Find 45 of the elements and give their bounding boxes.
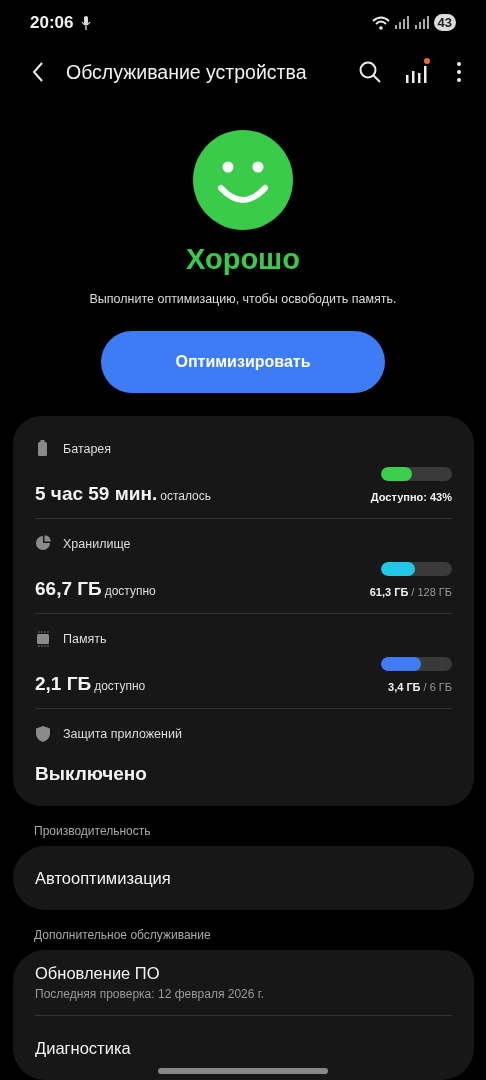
page-title: Обслуживание устройства bbox=[66, 61, 308, 84]
more-icon bbox=[457, 62, 461, 83]
performance-button[interactable] bbox=[405, 61, 428, 84]
meter-reading: 61,3 ГБ bbox=[369, 586, 409, 598]
meter-total: / 128 ГБ bbox=[411, 586, 452, 598]
optimize-button[interactable]: Оптимизировать bbox=[101, 331, 385, 393]
list-item[interactable]: Автооптимизация bbox=[35, 846, 452, 910]
stat-value: 66,7 ГБ bbox=[35, 578, 102, 600]
list-item[interactable]: Диагностика bbox=[35, 1016, 452, 1080]
stat-value: 2,1 ГБ bbox=[35, 673, 92, 695]
back-icon bbox=[32, 62, 44, 83]
battery-level: 43 bbox=[433, 14, 456, 32]
back-button[interactable] bbox=[32, 62, 44, 83]
list-item[interactable]: Обновление ПО Последняя проверка: 12 февраля 2026 г. bbox=[35, 950, 452, 1016]
stat-label: Хранилище bbox=[63, 537, 131, 551]
status-heading: Хорошо bbox=[186, 243, 300, 276]
status-message: Выполните оптимизацию, чтобы освободить память. bbox=[89, 292, 397, 306]
stat-label: Защита приложений bbox=[63, 727, 182, 741]
stat-value: 5 час 59 мин. bbox=[35, 483, 158, 505]
pie-chart-icon bbox=[35, 535, 51, 553]
microphone-icon bbox=[81, 16, 92, 30]
stat-label: Батарея bbox=[63, 442, 112, 456]
search-button[interactable] bbox=[359, 61, 381, 84]
stat-unit: доступно bbox=[104, 584, 156, 598]
stat-value: Выключено bbox=[35, 763, 148, 785]
chip-icon bbox=[35, 630, 51, 648]
meter-reading: Доступно: 43% bbox=[370, 491, 452, 503]
item-title: Автооптимизация bbox=[35, 868, 172, 888]
meter-reading: 3,4 ГБ bbox=[388, 681, 421, 693]
status-time: 20:06 bbox=[30, 13, 74, 33]
item-subtitle: Последняя проверка: 12 февраля 2026 г. bbox=[35, 987, 266, 1001]
shield-icon bbox=[35, 725, 51, 743]
section-header: Производительность bbox=[33, 823, 152, 840]
search-icon bbox=[359, 61, 381, 84]
smiley-icon bbox=[193, 130, 293, 230]
stat-label: Память bbox=[63, 632, 107, 646]
signal-icon bbox=[393, 16, 410, 30]
item-title: Обновление ПО bbox=[35, 964, 161, 983]
meter-total: / 6 ГБ bbox=[423, 681, 452, 693]
stat-unit: осталось bbox=[160, 489, 211, 503]
section-header: Дополнительное обслуживание bbox=[33, 927, 212, 944]
item-title: Диагностика bbox=[35, 1038, 132, 1058]
stat-unit: доступно bbox=[94, 679, 146, 693]
signal-icon bbox=[413, 16, 430, 30]
wifi-icon bbox=[371, 16, 390, 30]
